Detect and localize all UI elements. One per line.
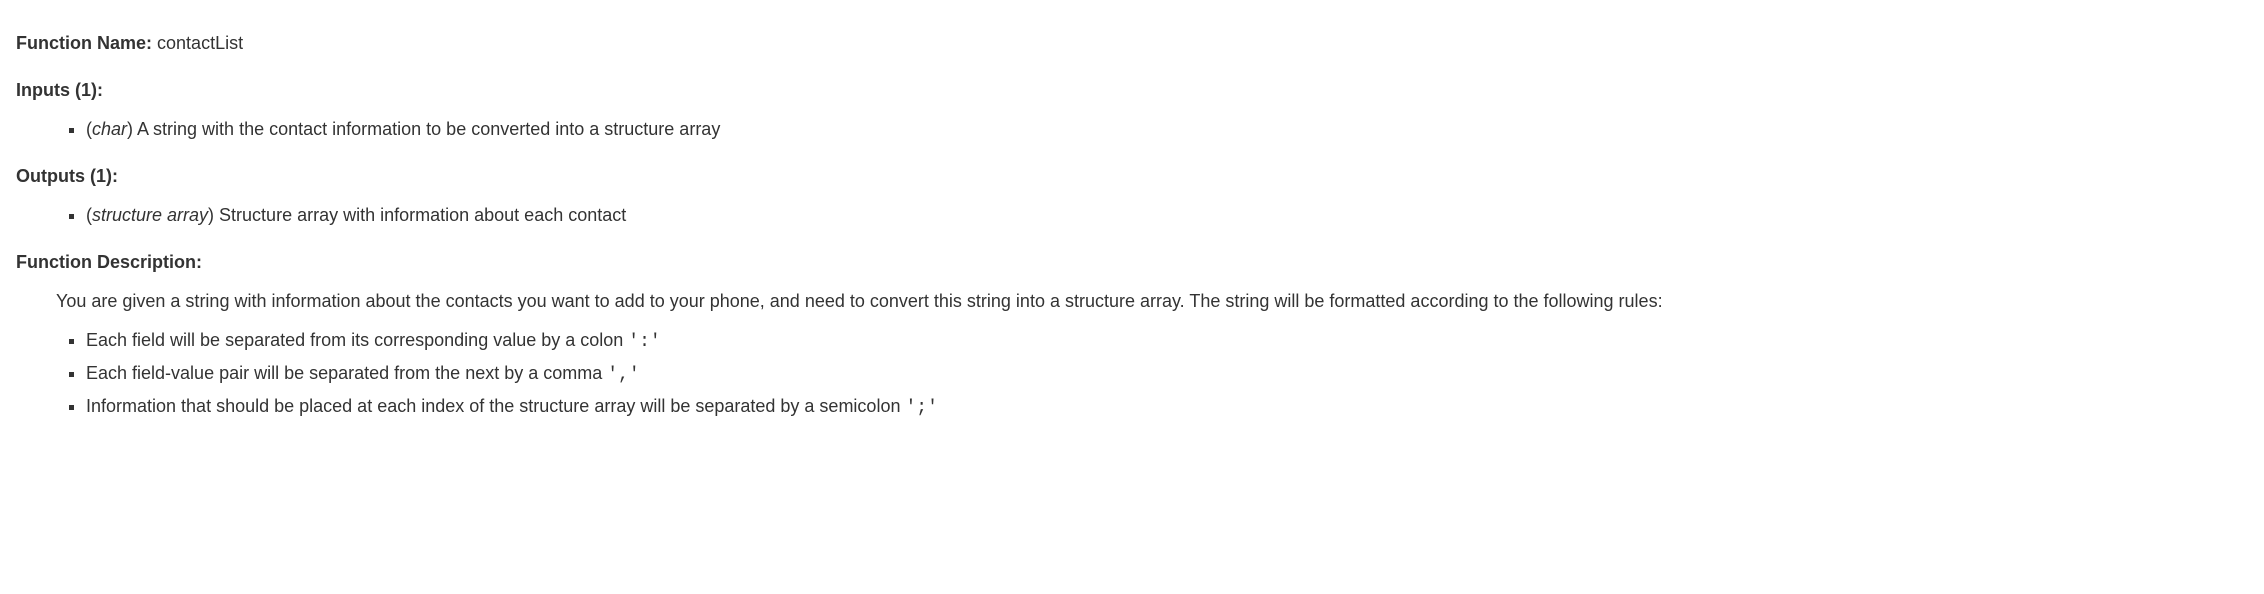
list-item: Information that should be placed at eac… xyxy=(86,393,2248,422)
rule-code: ';' xyxy=(905,398,937,418)
list-item: Each field will be separated from its co… xyxy=(86,327,2248,356)
input-description: A string with the contact information to… xyxy=(133,119,720,139)
description-header: Function Description: xyxy=(16,249,2248,276)
input-type: char xyxy=(92,119,127,139)
rule-text: Each field will be separated from its co… xyxy=(86,330,628,350)
output-description: Structure array with information about e… xyxy=(214,205,626,225)
output-type: structure array xyxy=(92,205,208,225)
description-paragraph: You are given a string with information … xyxy=(16,288,2248,315)
list-item: (char) A string with the contact informa… xyxy=(86,116,2248,143)
rule-code: ':' xyxy=(628,332,660,352)
function-name-value: contactList xyxy=(157,33,243,53)
rules-list: Each field will be separated from its co… xyxy=(16,327,2248,422)
outputs-header: Outputs (1): xyxy=(16,163,2248,190)
list-item: Each field-value pair will be separated … xyxy=(86,360,2248,389)
rule-text: Each field-value pair will be separated … xyxy=(86,363,607,383)
inputs-list: (char) A string with the contact informa… xyxy=(16,116,2248,143)
list-item: (structure array) Structure array with i… xyxy=(86,202,2248,229)
rule-text: Information that should be placed at eac… xyxy=(86,396,905,416)
function-name-label: Function Name: xyxy=(16,33,152,53)
rule-code: ',' xyxy=(607,365,639,385)
function-name-line: Function Name: contactList xyxy=(16,30,2248,57)
inputs-header: Inputs (1): xyxy=(16,77,2248,104)
outputs-list: (structure array) Structure array with i… xyxy=(16,202,2248,229)
